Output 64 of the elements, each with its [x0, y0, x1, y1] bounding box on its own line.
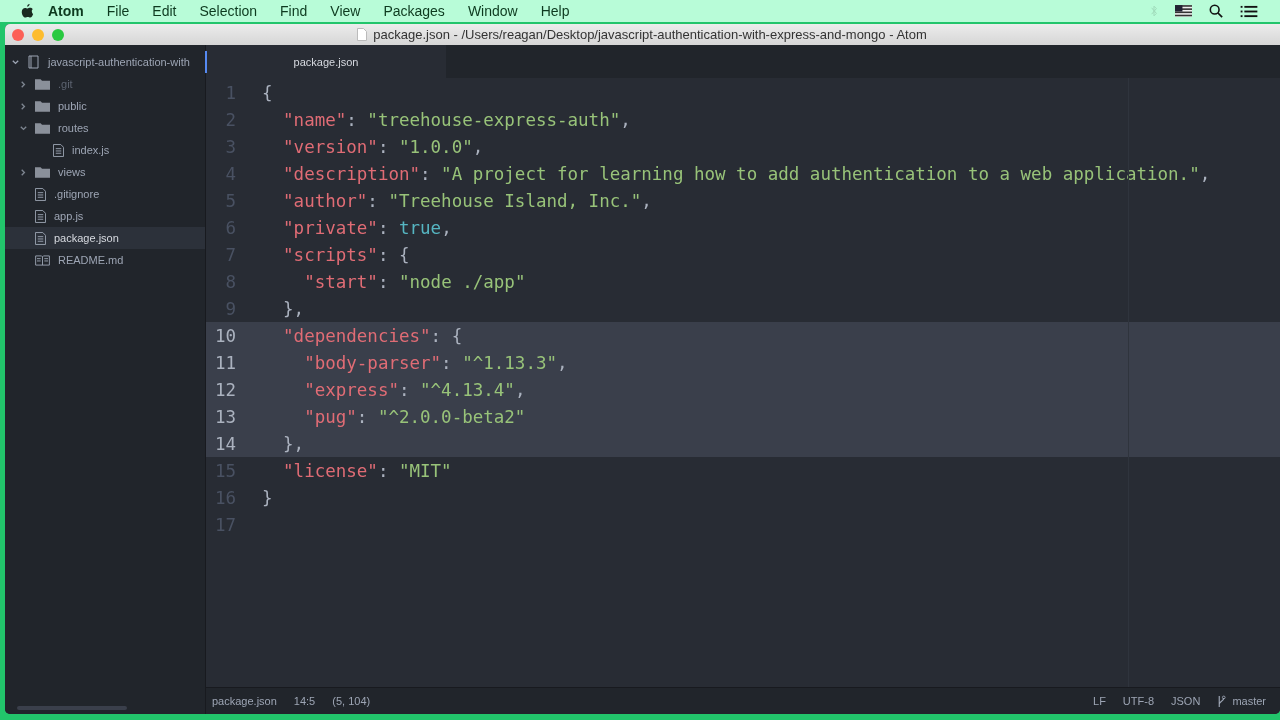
book-icon — [35, 254, 50, 266]
code-line: "private": true, — [282, 217, 452, 238]
apple-logo-icon[interactable] — [20, 3, 34, 19]
status-item[interactable]: JSON — [1171, 695, 1201, 707]
line-number: 11 — [213, 352, 237, 373]
menu-item[interactable]: Edit — [152, 3, 177, 19]
git-branch[interactable]: master — [1217, 694, 1266, 708]
menu-item[interactable]: View — [330, 3, 361, 19]
branch-icon — [1217, 694, 1227, 708]
status-item[interactable]: (5, 104) — [332, 695, 371, 707]
app-menu[interactable]: Atom — [48, 3, 84, 19]
line-number: 14 — [213, 433, 237, 454]
tree-item[interactable]: .gitignore — [5, 183, 205, 205]
flag-icon[interactable] — [1175, 5, 1192, 17]
folder-icon — [35, 166, 50, 178]
code-line: "version": "1.0.0", — [282, 136, 484, 157]
folder-icon — [35, 100, 50, 112]
menu-item[interactable]: File — [106, 3, 130, 19]
code-line: "description": "A project for learning how to add authentication to a web application.", — [282, 163, 1211, 184]
code-line: } — [262, 487, 273, 508]
code-line: "body-parser": "^1.13.3", — [303, 352, 568, 373]
document-icon — [357, 28, 368, 41]
menu-item[interactable]: Packages — [383, 3, 445, 19]
menu-item[interactable]: Window — [467, 3, 518, 19]
folder-icon — [35, 78, 50, 90]
code-line: "scripts": { — [282, 244, 410, 265]
code-line: "license": "MIT" — [282, 460, 452, 481]
line-number: 12 — [213, 379, 237, 400]
code-line: "pug": "^2.0.0-beta2" — [303, 406, 526, 427]
window-title: package.json - /Users/reagan/Desktop/javascript-authentication-with-express-and-mongo - Atom — [373, 27, 927, 42]
line-number: 10 — [213, 325, 237, 346]
search-icon[interactable] — [1209, 4, 1223, 18]
menu-item[interactable]: Help — [540, 3, 570, 19]
repository-icon — [28, 55, 40, 69]
tree-item[interactable]: views — [5, 161, 205, 183]
menu-item[interactable]: Selection — [199, 3, 258, 19]
code-line: "author": "Treehouse Island, Inc.", — [282, 190, 652, 211]
file-icon — [35, 231, 46, 245]
file-icon — [35, 209, 46, 223]
folder-icon — [35, 122, 50, 134]
code-line: "express": "^4.13.4", — [303, 379, 526, 400]
file-icon — [53, 143, 64, 157]
code-line: "dependencies": { — [282, 325, 463, 346]
tree-item[interactable]: package.json — [5, 227, 205, 249]
menu-item[interactable]: Find — [280, 3, 308, 19]
status-item[interactable]: LF — [1093, 695, 1106, 707]
code-line: }, — [282, 298, 305, 319]
code-line: "start": "node ./app" — [303, 271, 526, 292]
list-icon[interactable] — [1240, 4, 1258, 18]
status-item[interactable]: 14:5 — [293, 695, 316, 707]
chevron-down-icon — [11, 57, 20, 67]
code-line: }, — [282, 433, 305, 454]
editor-tab[interactable]: package.json — [206, 45, 446, 78]
file-icon — [35, 187, 46, 201]
tree-item[interactable]: routes — [5, 117, 205, 139]
code-line: "name": "treehouse-express-auth", — [282, 109, 631, 130]
tree-item[interactable]: app.js — [5, 205, 205, 227]
code-line: { — [262, 82, 273, 103]
tree-item[interactable]: public — [5, 95, 205, 117]
status-item[interactable]: package.json — [212, 695, 277, 707]
tree-item[interactable]: README.md — [5, 249, 205, 271]
line-number: 13 — [213, 406, 237, 427]
tree-item[interactable]: index.js — [5, 139, 205, 161]
status-item[interactable]: UTF-8 — [1122, 695, 1155, 707]
